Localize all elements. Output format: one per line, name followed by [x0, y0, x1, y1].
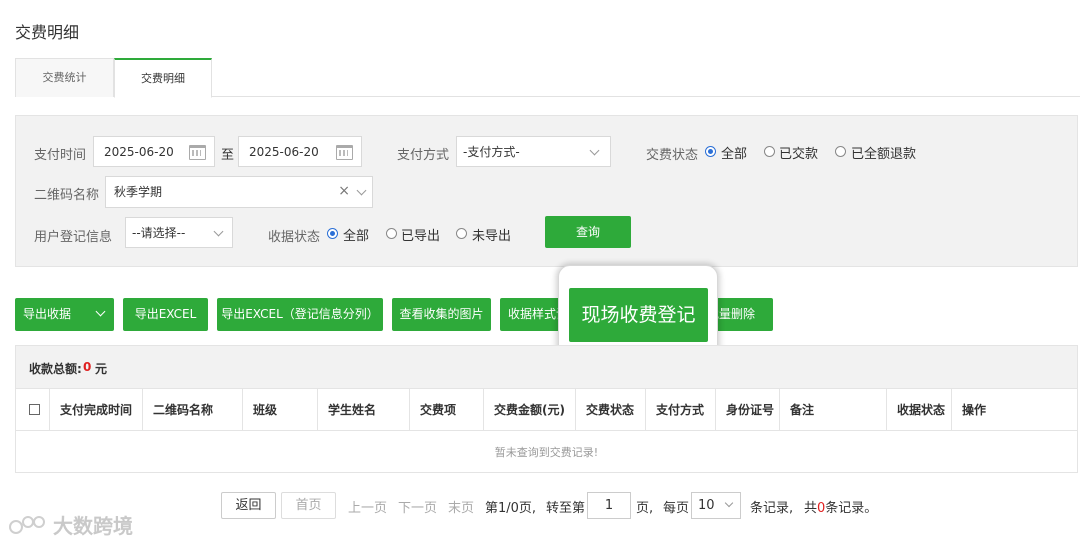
view-images-button[interactable]: 查看收集的图片 — [392, 298, 491, 331]
receipt-radio-not-exported[interactable] — [456, 228, 467, 239]
column-header[interactable]: 交费项 — [410, 389, 484, 431]
per-page-prefix: 每页 — [663, 501, 690, 516]
filter-panel: 支付时间 2025-06-20 至 2025-06-20 支付方式 -支付方式-… — [15, 115, 1078, 267]
column-header[interactable]: 班级 — [243, 389, 318, 431]
page-info: 第1/0页, — [485, 501, 537, 516]
column-header[interactable]: 收据状态 — [887, 389, 952, 431]
status-option-paid[interactable]: 已交款 — [779, 143, 818, 162]
status-option-all[interactable]: 全部 — [721, 143, 747, 162]
date-from-value: 2025-06-20 — [104, 145, 174, 159]
receipt-option-not-exported[interactable]: 未导出 — [472, 225, 511, 244]
receipt-status-label: 收据状态 — [268, 230, 321, 245]
column-header[interactable]: 支付完成时间 — [50, 389, 143, 431]
export-excel-button[interactable]: 导出EXCEL — [123, 298, 208, 331]
total-prefix: 共 — [804, 501, 818, 516]
status-radio-all[interactable] — [705, 146, 716, 157]
column-header[interactable]: 学生姓名 — [318, 389, 410, 431]
column-header[interactable]: 二维码名称 — [143, 389, 243, 431]
clear-icon[interactable]: × — [338, 183, 350, 199]
column-header[interactable]: 备注 — [780, 389, 887, 431]
pay-method-select[interactable]: -支付方式- — [456, 136, 611, 167]
status-label: 交费状态 — [646, 148, 699, 163]
per-page-value: 10 — [698, 498, 715, 513]
watermark-text: 大数跨境 — [52, 514, 133, 538]
receipt-option-exported[interactable]: 已导出 — [401, 225, 440, 244]
onsite-register-button[interactable]: 现场收费登记 — [569, 288, 708, 342]
total-label: 收款总额: — [29, 362, 82, 376]
pay-method-label: 支付方式 — [397, 148, 450, 163]
qr-name-value: 秋季学期 — [114, 185, 163, 199]
reg-info-value: --请选择-- — [132, 226, 186, 240]
total-suffix: 条记录。 — [825, 501, 878, 516]
back-button[interactable]: 返回 — [221, 492, 276, 519]
goto-suffix: 页, — [636, 501, 654, 516]
column-header[interactable]: 操作 — [952, 389, 1077, 431]
summary-bar: 收款总额: 0 元 — [16, 346, 1077, 389]
date-to-value: 2025-06-20 — [249, 145, 319, 159]
goto-page-input[interactable]: 1 — [587, 492, 631, 519]
goto-prefix: 转至第 — [546, 501, 586, 516]
export-receipt-label: 导出收据 — [23, 307, 72, 321]
status-radio-refunded[interactable] — [835, 146, 846, 157]
status-radio-paid[interactable] — [764, 146, 775, 157]
watermark-logo-icon — [9, 516, 45, 534]
column-header[interactable]: 交费金额(元) — [484, 389, 576, 431]
select-all-checkbox[interactable] — [29, 404, 40, 415]
date-to-input[interactable]: 2025-06-20 — [238, 136, 362, 167]
qr-name-select[interactable]: 秋季学期 × — [105, 176, 373, 208]
export-excel-split-button[interactable]: 导出EXCEL（登记信息分列） — [217, 298, 383, 331]
total-amount: 0 — [83, 360, 92, 374]
export-receipt-button[interactable]: 导出收据 — [15, 298, 114, 331]
per-page-suffix: 条记录, — [750, 501, 794, 516]
first-page-button[interactable]: 首页 — [281, 492, 336, 519]
chevron-down-icon — [589, 145, 600, 156]
column-header[interactable]: 身份证号 — [716, 389, 780, 431]
calendar-icon[interactable] — [189, 145, 206, 160]
pay-method-value: -支付方式- — [463, 145, 520, 159]
chevron-down-icon — [213, 226, 224, 237]
receipt-radio-exported[interactable] — [386, 228, 397, 239]
date-separator: 至 — [221, 148, 235, 163]
date-from-input[interactable]: 2025-06-20 — [93, 136, 215, 167]
qr-name-label: 二维码名称 — [34, 188, 100, 203]
chevron-down-icon[interactable] — [95, 306, 106, 317]
tab-payment-stats[interactable]: 交费统计 — [15, 58, 114, 97]
total-unit: 元 — [95, 362, 108, 376]
status-option-refunded[interactable]: 已全额退款 — [851, 143, 916, 162]
table-header: 支付完成时间 二维码名称 班级 学生姓名 交费项 交费金额(元) 交费状态 支付… — [16, 389, 1077, 431]
prev-page-link[interactable]: 上一页 — [348, 497, 387, 516]
last-page-link[interactable]: 末页 — [448, 497, 474, 516]
records-table: 收款总额: 0 元 支付完成时间 二维码名称 班级 学生姓名 交费项 交费金额(… — [15, 345, 1078, 473]
empty-message: 暂未查询到交费记录! — [494, 446, 599, 459]
reg-info-select[interactable]: --请选择-- — [125, 217, 233, 248]
next-page-link[interactable]: 下一页 — [398, 497, 437, 516]
tab-bar: 交费统计 交费明细 — [15, 58, 1080, 98]
column-header[interactable]: 支付方式 — [646, 389, 716, 431]
tab-payment-details[interactable]: 交费明细 — [114, 58, 212, 98]
page-title: 交费明细 — [15, 23, 80, 42]
calendar-icon[interactable] — [336, 145, 353, 160]
receipt-option-all[interactable]: 全部 — [343, 225, 369, 244]
pay-time-label: 支付时间 — [34, 148, 87, 163]
column-header[interactable]: 交费状态 — [576, 389, 646, 431]
select-all-cell — [16, 389, 50, 431]
watermark: 大数跨境 — [8, 510, 133, 539]
chevron-down-icon — [724, 498, 734, 508]
per-page-select[interactable]: 10 — [691, 492, 741, 519]
query-button[interactable]: 查询 — [545, 216, 631, 248]
chevron-down-icon — [356, 185, 367, 196]
receipt-radio-all[interactable] — [327, 228, 338, 239]
total-records: 共0条记录。 — [804, 497, 877, 516]
reg-info-label: 用户登记信息 — [34, 230, 113, 245]
